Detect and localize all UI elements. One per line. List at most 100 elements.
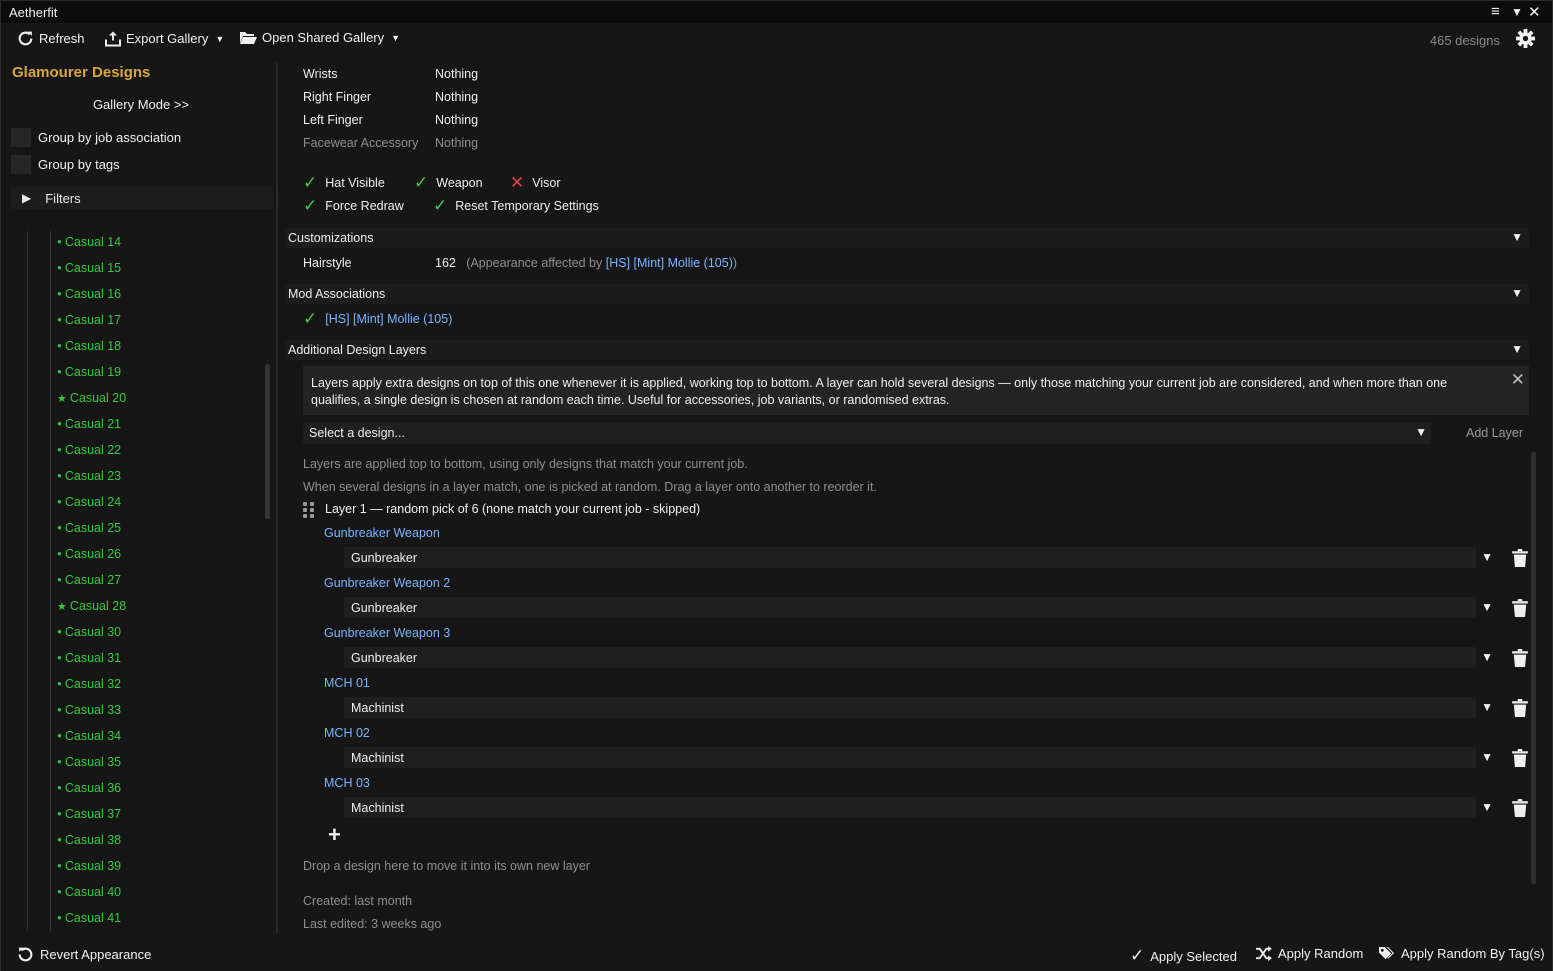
trash-icon[interactable] xyxy=(1512,749,1528,770)
tree-item-design[interactable]: ● Casual 27 xyxy=(57,573,121,587)
weapon-toggle[interactable]: ✓ Weapon xyxy=(414,173,483,193)
hat-visible-toggle[interactable]: ✓ Hat Visible xyxy=(303,173,385,193)
trash-icon[interactable] xyxy=(1512,799,1528,820)
apply-selected-button[interactable]: ✓ Apply Selected xyxy=(1130,946,1237,966)
tree-item-design[interactable]: ● Casual 18 xyxy=(57,339,121,353)
trash-icon[interactable] xyxy=(1512,599,1528,620)
tree-item-design[interactable]: ● Casual 31 xyxy=(57,651,121,665)
tree-item-design[interactable]: ● Casual 16 xyxy=(57,287,121,301)
tree-item-design[interactable]: ● Casual 14 xyxy=(57,235,121,249)
pane-divider[interactable] xyxy=(276,63,278,933)
equip-row-wrists: Wrists Nothing xyxy=(303,67,478,81)
menu-icon[interactable]: ≡ xyxy=(1491,3,1500,20)
tree-item-design[interactable]: ● Casual 23 xyxy=(57,469,121,483)
tree-item-design[interactable]: ● Casual 21 xyxy=(57,417,121,431)
mod-associations-header[interactable]: Mod Associations ▼ xyxy=(285,284,1529,304)
tree-item-design[interactable]: ★ Casual 28 xyxy=(57,599,126,613)
customizations-title: Customizations xyxy=(288,231,374,245)
tree-item-design[interactable]: ● Casual 33 xyxy=(57,703,121,717)
tree-item-label: Casual 14 xyxy=(64,235,122,249)
reset-temporary-toggle[interactable]: ✓ Reset Temporary Settings xyxy=(433,196,599,216)
main-scrollbar[interactable] xyxy=(1531,452,1536,884)
tree-item-design[interactable]: ● Casual 22 xyxy=(57,443,121,457)
tree-item-design[interactable]: ★ Casual 20 xyxy=(57,391,126,405)
drag-handle-icon[interactable] xyxy=(303,502,315,518)
layer-entry-name[interactable]: Gunbreaker Weapon xyxy=(324,526,440,540)
job-select-value: Machinist xyxy=(351,701,404,715)
force-redraw-toggle[interactable]: ✓ Force Redraw xyxy=(303,196,404,216)
trash-icon[interactable] xyxy=(1512,699,1528,720)
reset-temporary-label: Reset Temporary Settings xyxy=(455,199,599,213)
apply-random-by-tags-button[interactable]: Apply Random By Tag(s) xyxy=(1378,946,1545,961)
layer-1-header[interactable]: Layer 1 — random pick of 6 (none match y… xyxy=(303,502,700,518)
tree-item-design[interactable]: ● Casual 38 xyxy=(57,833,121,847)
open-shared-gallery-button[interactable]: Open Shared Gallery ▼ xyxy=(239,30,400,45)
tree-item-design[interactable]: ● Casual 26 xyxy=(57,547,121,561)
bullet-icon: ● xyxy=(57,289,62,298)
refresh-button[interactable]: Refresh xyxy=(17,30,85,47)
add-layer-button[interactable]: Add Layer xyxy=(1466,426,1523,440)
close-icon[interactable]: ✕ xyxy=(1511,371,1525,388)
tree-item-design[interactable]: ● Casual 19 xyxy=(57,365,121,379)
apply-random-button[interactable]: Apply Random xyxy=(1255,946,1363,961)
tree-item-design[interactable]: ● Casual 39 xyxy=(57,859,121,873)
bullet-icon: ● xyxy=(57,861,62,870)
tree-item-design[interactable]: ● Casual 35 xyxy=(57,755,121,769)
tree-item-design[interactable]: ● Casual 40 xyxy=(57,885,121,899)
mod-association-link[interactable]: [HS] [Mint] Mollie (105) xyxy=(325,312,452,326)
chevron-down-icon: ▼ xyxy=(1481,550,1493,564)
tree-item-label: Casual 18 xyxy=(64,339,122,353)
job-select[interactable]: Machinist ▼ xyxy=(344,797,1493,818)
group-by-tags-toggle[interactable]: Group by tags xyxy=(11,155,120,174)
additional-layers-header[interactable]: Additional Design Layers ▼ xyxy=(285,340,1529,360)
settings-gear-icon[interactable] xyxy=(1516,29,1535,48)
filters-header[interactable]: ▶ Filters xyxy=(11,187,273,209)
trash-icon[interactable] xyxy=(1512,549,1528,570)
collapse-icon[interactable]: ▼ xyxy=(1511,5,1523,19)
layer-entry-name[interactable]: MCH 02 xyxy=(324,726,370,740)
export-gallery-button[interactable]: Export Gallery ▼ xyxy=(105,30,224,47)
customizations-header[interactable]: Customizations ▼ xyxy=(285,228,1529,248)
job-select[interactable]: Gunbreaker ▼ xyxy=(344,547,1493,568)
checkbox[interactable] xyxy=(11,128,31,147)
tree-item-design[interactable]: ● Casual 37 xyxy=(57,807,121,821)
group-by-job-toggle[interactable]: Group by job association xyxy=(11,128,181,147)
tree-item-design[interactable]: ● Casual 36 xyxy=(57,781,121,795)
tree-item-design[interactable]: ● Casual 32 xyxy=(57,677,121,691)
chevron-down-icon: ▼ xyxy=(1415,425,1427,439)
visor-label: Visor xyxy=(532,176,561,190)
tree-item-label: Casual 19 xyxy=(64,365,122,379)
tree-item-label: Casual 38 xyxy=(64,833,122,847)
affected-mod-link[interactable]: [HS] [Mint] Mollie (105) xyxy=(606,256,733,270)
layer-entry-name[interactable]: MCH 03 xyxy=(324,776,370,790)
checkbox[interactable] xyxy=(11,155,31,174)
tree-item-design[interactable]: ● Casual 34 xyxy=(57,729,121,743)
mod-association-row[interactable]: ✓ [HS] [Mint] Mollie (105) xyxy=(303,309,452,329)
job-select[interactable]: Gunbreaker ▼ xyxy=(344,597,1493,618)
tree-item-design[interactable]: ● Casual 25 xyxy=(57,521,121,535)
layer-entry-name[interactable]: MCH 01 xyxy=(324,676,370,690)
design-select[interactable]: Select a design... ▼ xyxy=(303,422,1431,444)
collapse-arrow-icon: ▼ xyxy=(1511,342,1523,356)
window-title: Aetherfit xyxy=(9,5,58,20)
tree-item-design[interactable]: ● Casual 15 xyxy=(57,261,121,275)
job-select[interactable]: Gunbreaker ▼ xyxy=(344,647,1493,668)
tree-item-design[interactable]: ● Casual 17 xyxy=(57,313,121,327)
check-icon: ✓ xyxy=(414,173,429,192)
layer-entry-name[interactable]: Gunbreaker Weapon 3 xyxy=(324,626,450,640)
tree-item-label: Casual 17 xyxy=(64,313,122,327)
close-icon[interactable]: ✕ xyxy=(1528,3,1541,21)
revert-appearance-button[interactable]: Revert Appearance xyxy=(17,946,151,963)
trash-icon[interactable] xyxy=(1512,649,1528,670)
job-select[interactable]: Machinist ▼ xyxy=(344,697,1493,718)
check-icon: ✓ xyxy=(303,309,318,328)
gallery-mode-button[interactable]: Gallery Mode >> xyxy=(3,97,279,112)
sidebar-scrollbar[interactable] xyxy=(265,364,270,519)
layer-entry-name[interactable]: Gunbreaker Weapon 2 xyxy=(324,576,450,590)
tree-item-design[interactable]: ● Casual 30 xyxy=(57,625,121,639)
job-select[interactable]: Machinist ▼ xyxy=(344,747,1493,768)
visor-toggle[interactable]: ✕ Visor xyxy=(510,173,561,193)
tree-item-design[interactable]: ● Casual 24 xyxy=(57,495,121,509)
tree-item-design[interactable]: ● Casual 41 xyxy=(57,911,121,925)
add-entry-plus-icon[interactable]: + xyxy=(328,822,341,848)
